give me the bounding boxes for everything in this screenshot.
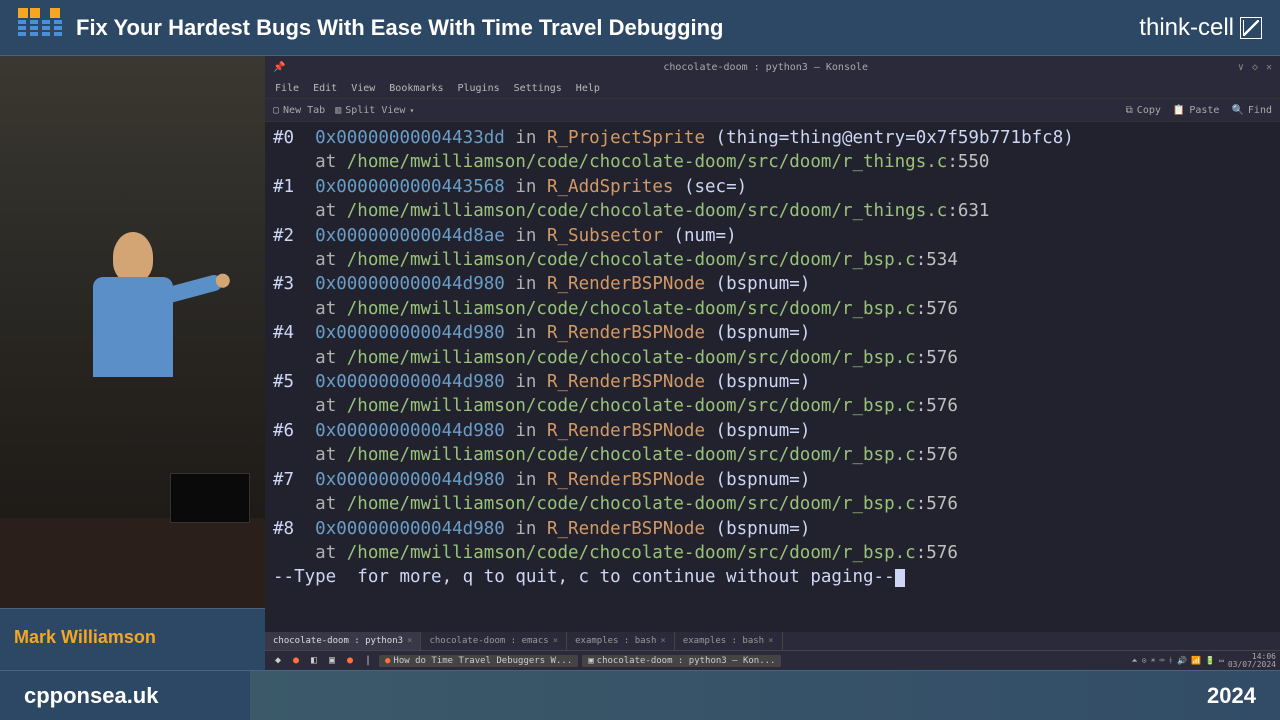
tab-close-icon[interactable]: × — [768, 636, 773, 646]
new-tab-button[interactable]: ▢ New Tab — [273, 105, 325, 116]
tray-brightness-icon[interactable]: ☀ — [1151, 656, 1156, 665]
tray-keyboard-icon[interactable]: ⌨ — [1159, 656, 1164, 665]
close-icon[interactable]: ✕ — [1266, 62, 1272, 73]
terminal-tab[interactable]: examples : bash × — [567, 632, 675, 650]
taskbar: ◆ ● ◧ ▣ ● | ●How do Time Travel Debugger… — [265, 650, 1280, 670]
menu-view[interactable]: View — [351, 83, 375, 94]
menu-settings[interactable]: Settings — [514, 83, 562, 94]
presenter-panel: Mark Williamson — [0, 56, 265, 670]
terminal-window: 📌 chocolate-doom : python3 — Konsole ∨ ◇… — [265, 56, 1280, 670]
paste-button[interactable]: 📋 Paste — [1173, 105, 1220, 116]
presenter-name: Mark Williamson — [0, 608, 265, 670]
tab-close-icon[interactable]: × — [407, 636, 412, 646]
cpponsea-logo-icon — [18, 8, 64, 48]
laptop-icon — [170, 473, 250, 523]
menu-file[interactable]: File — [275, 83, 299, 94]
tab-close-icon[interactable]: × — [660, 636, 665, 646]
thinkcell-icon — [1240, 17, 1262, 39]
toolbar: ▢ New Tab ▥ Split View ▾ ⧉ Copy 📋 Paste … — [265, 98, 1280, 122]
firefox2-icon[interactable]: ● — [343, 654, 357, 668]
taskbar-app-browser[interactable]: ●How do Time Travel Debuggers W... — [379, 655, 578, 667]
window-titlebar[interactable]: 📌 chocolate-doom : python3 — Konsole ∨ ◇… — [265, 56, 1280, 78]
tray-notif-icon[interactable]: ⊙ — [1142, 656, 1147, 665]
menu-bar: File Edit View Bookmarks Plugins Setting… — [265, 78, 1280, 98]
firefox-icon[interactable]: ● — [289, 654, 303, 668]
presenter-video — [0, 56, 265, 608]
tray-up-icon[interactable]: ⏶ — [1131, 656, 1137, 666]
terminal-icon[interactable]: ▣ — [325, 654, 339, 668]
terminal-tabs: chocolate-doom : python3 ×chocolate-doom… — [265, 632, 1280, 650]
terminal-output[interactable]: #0 0x00000000004433dd in R_ProjectSprite… — [265, 122, 1280, 632]
taskbar-app-konsole[interactable]: ▣chocolate-doom : python3 — Kon... — [582, 655, 781, 667]
tray-battery-icon[interactable]: 🔋 — [1205, 656, 1215, 665]
taskbar-clock[interactable]: 14:0603/07/2024 — [1228, 653, 1276, 669]
maximize-icon[interactable]: ◇ — [1252, 62, 1258, 73]
terminal-tab[interactable]: chocolate-doom : python3 × — [265, 632, 421, 650]
app-icon[interactable]: ◧ — [307, 654, 321, 668]
footer-year: 2024 — [1207, 683, 1256, 709]
pin-icon[interactable]: 📌 — [273, 62, 285, 73]
menu-plugins[interactable]: Plugins — [457, 83, 499, 94]
split-view-button[interactable]: ▥ Split View ▾ — [335, 105, 414, 116]
menu-edit[interactable]: Edit — [313, 83, 337, 94]
tray-volume-icon[interactable]: 🔊 — [1177, 656, 1187, 665]
terminal-tab[interactable]: examples : bash × — [675, 632, 783, 650]
tray-wifi-icon[interactable]: 📶 — [1191, 656, 1201, 665]
footer-site: cpponsea.uk — [24, 683, 158, 709]
copy-button[interactable]: ⧉ Copy — [1126, 105, 1161, 116]
kde-icon[interactable]: ◆ — [271, 654, 285, 668]
terminal-tab[interactable]: chocolate-doom : emacs × — [421, 632, 567, 650]
tray-bluetooth-icon[interactable]: ᚼ — [1168, 656, 1173, 665]
header-bar: Fix Your Hardest Bugs With Ease With Tim… — [0, 0, 1280, 56]
separator-icon: | — [361, 654, 375, 668]
talk-title: Fix Your Hardest Bugs With Ease With Tim… — [76, 15, 1139, 41]
tray-desktop-icon[interactable]: ▭ — [1219, 656, 1224, 665]
sponsor-logo: think-cell — [1139, 14, 1262, 42]
minimize-icon[interactable]: ∨ — [1238, 62, 1244, 73]
tab-close-icon[interactable]: × — [553, 636, 558, 646]
footer-bar: cpponsea.uk 2024 — [0, 670, 1280, 720]
find-button[interactable]: 🔍 Find — [1231, 105, 1272, 116]
menu-bookmarks[interactable]: Bookmarks — [389, 83, 443, 94]
menu-help[interactable]: Help — [576, 83, 600, 94]
window-title: chocolate-doom : python3 — Konsole — [293, 62, 1237, 73]
